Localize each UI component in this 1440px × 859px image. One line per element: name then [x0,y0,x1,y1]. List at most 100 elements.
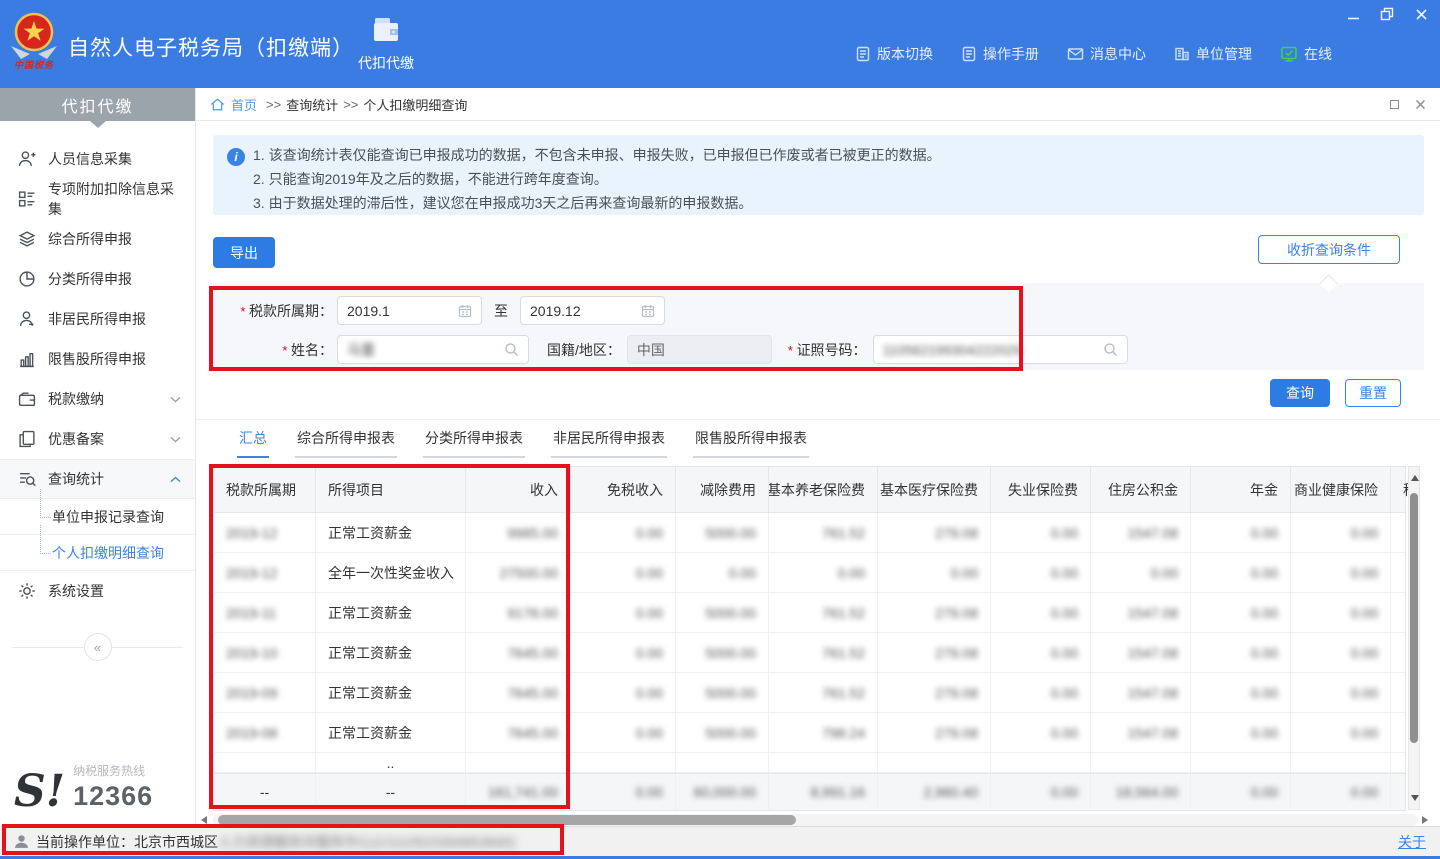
tab-withholding[interactable]: 代扣代缴 [348,16,424,80]
breadcrumb-crumb-current: 个人扣缴明细查询 [363,95,467,114]
name-input[interactable]: 马蕾 [337,335,529,364]
building-icon [1174,46,1190,62]
table-row-partial: .. [214,753,1405,773]
scroll-up-arrow[interactable] [1411,475,1419,481]
restore-button[interactable] [1378,6,1396,22]
table-cell: 0.00 [1191,774,1291,810]
collapse-query-button[interactable]: 收折查询条件 [1258,235,1400,264]
table-cell: 0.00 [991,633,1091,672]
table-cell: 0.00 [991,713,1091,752]
sidebar-item-preference-filing[interactable]: 优惠备案 [0,419,195,459]
chevron-down-icon [170,436,181,443]
menu-unit-management[interactable]: 单位管理 [1174,44,1252,64]
breadcrumb-crumb: 查询统计 [286,95,338,114]
horizontal-scrollbar[interactable] [213,814,1418,826]
tab-comprehensive-income-form[interactable]: 综合所得申报表 [295,428,397,458]
sidebar-item-nonresident-income[interactable]: 非居民所得申报 [0,299,195,339]
table-cell: 0.00 [991,673,1091,712]
menu-manual[interactable]: 操作手册 [961,44,1039,64]
online-status[interactable]: 在线 [1280,44,1332,64]
period-from-input[interactable]: 2019.1 [337,296,482,325]
person-icon [18,310,36,328]
document-icon [855,46,871,62]
sidebar-subitem-unit-declaration-query[interactable]: 单位申报记录查询 [0,499,195,535]
current-unit-label: 当前操作单位：北京市西城区 [36,832,218,852]
chevron-up-icon [170,476,181,483]
period-to-input[interactable]: 2019.12 [520,296,665,325]
result-tabs: 汇总 综合所得申报表 分类所得申报表 非居民所得申报表 限售股所得申报表 [237,428,809,458]
notice-line: 3. 由于数据处理的滞后性，建议您在申报成功3天之后再来查询最新的申报数据。 [253,191,1410,215]
table-cell: 0.00 [1091,553,1191,592]
table-cell [991,753,1091,772]
table-cell: 0.00 [991,553,1091,592]
sidebar-subitem-label: 单位申报记录查询 [52,507,164,527]
reset-button[interactable]: 重置 [1345,379,1401,407]
app-window: 中国税务 自然人电子税务局（扣缴端） 代扣代缴 版本切换 [0,0,1440,859]
sidebar-item-classified-income[interactable]: 分类所得申报 [0,259,195,299]
minimize-button[interactable] [1344,6,1362,22]
scroll-down-arrow[interactable] [1411,795,1419,801]
close-button[interactable] [1412,6,1430,22]
table-cell: 2019-08 [214,713,316,752]
about-link[interactable]: 关于 [1398,832,1426,852]
table-cell: 正常工资薪金 [316,633,466,672]
sidebar-item-system-settings[interactable]: 系统设置 [0,571,195,611]
vertical-scroll-thumb[interactable] [1410,493,1418,743]
breadcrumb: 首页 >> 查询统计 >> 个人扣缴明细查询 [196,88,1440,121]
sidebar-item-label: 分类所得申报 [48,269,132,289]
hotline-label: 纳税服务热线 [73,762,153,779]
table-cell: 0.00 [1191,713,1291,752]
column-header: 免税收入 [571,467,676,512]
tab-summary[interactable]: 汇总 [237,428,269,458]
table-cell: 0.00 [1291,673,1391,712]
sidebar-subitem-personal-withholding-query[interactable]: 个人扣缴明细查询 [0,535,195,571]
sidebar-item-label: 优惠备案 [48,429,104,449]
sidebar-item-tax-payment[interactable]: 税款缴纳 [0,379,195,419]
table-cell: 2,960.40 [878,774,991,810]
panel-maximize-icon[interactable] [1390,100,1399,109]
vertical-scrollbar[interactable] [1408,466,1420,810]
table-cell: 0.00 [991,513,1091,552]
table-cell [571,753,676,772]
menu-message-center[interactable]: 消息中心 [1067,44,1146,64]
sidebar-item-label: 人员信息采集 [48,149,132,169]
sidebar-item-label: 专项附加扣除信息采集 [48,179,181,219]
table-cell: 761.52 [769,593,878,632]
sidebar-item-personnel-info[interactable]: 人员信息采集 [0,139,195,179]
id-number-input[interactable]: 110562199304222029 [873,335,1128,364]
scroll-left-arrow[interactable] [201,816,207,824]
table-row: 2019-08正常工资薪金7645.000.005000.00798.24279… [214,713,1405,753]
table-cell: 279.08 [878,673,991,712]
column-header: 所得项目 [316,467,466,512]
sidebar-item-comprehensive-income[interactable]: 综合所得申报 [0,219,195,259]
column-header: 基本医疗保险费 [878,467,991,512]
nationality-input: 中国 [627,335,772,364]
user-icon [14,834,29,849]
table-cell: 2019-09 [214,673,316,712]
sidebar-item-label: 综合所得申报 [48,229,132,249]
table-row: 2019-12正常工资薪金9985.000.005000.00761.52279… [214,513,1405,553]
sidebar-item-query-statistics[interactable]: 查询统计 [0,459,195,499]
column-header: 年金 [1191,467,1291,512]
table-summary-row: ----161,741.000.0060,000.008,991.162,960… [214,773,1405,810]
query-button[interactable]: 查询 [1270,379,1330,407]
menu-version-switch[interactable]: 版本切换 [855,44,933,64]
export-button[interactable]: 导出 [213,237,275,268]
scroll-right-arrow[interactable] [1422,816,1428,824]
table-cell: .. [316,753,466,772]
tab-restricted-shares-form[interactable]: 限售股所得申报表 [693,428,809,458]
breadcrumb-home[interactable]: 首页 [231,95,257,114]
table-cell: 0.00 [1291,513,1391,552]
panel-close-icon[interactable] [1415,99,1426,110]
sidebar-collapse-button[interactable]: « [84,633,112,661]
tab-classified-income-form[interactable]: 分类所得申报表 [423,428,525,458]
info-icon: i [227,148,245,166]
search-icon [504,342,519,357]
table-cell: 9178.00 [466,593,571,632]
window-controls [1344,6,1430,22]
tab-nonresident-income-form[interactable]: 非居民所得申报表 [551,428,667,458]
table-cell: 0.00 [676,553,769,592]
sidebar-item-special-deduction[interactable]: 专项附加扣除信息采集 [0,179,195,219]
horizontal-scroll-thumb[interactable] [218,815,796,825]
sidebar-item-restricted-shares[interactable]: 限售股所得申报 [0,339,195,379]
